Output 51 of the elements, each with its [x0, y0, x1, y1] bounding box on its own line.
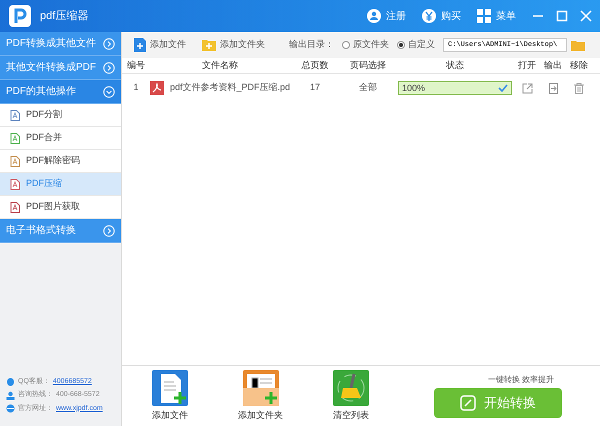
chevron-right-icon	[103, 62, 115, 74]
edit-icon	[460, 395, 476, 411]
sidebar-item[interactable]: PDF合并	[0, 127, 121, 150]
add-file-icon	[152, 370, 188, 406]
menu-icon	[477, 9, 491, 23]
app-logo-icon	[8, 4, 32, 28]
add-file-button[interactable]: 添加文件	[152, 370, 188, 422]
open-external-icon[interactable]	[522, 82, 532, 94]
status-text: 100%	[402, 82, 426, 94]
column-header: 移除	[569, 58, 589, 72]
add-folder-button[interactable]: 添加文件夹	[202, 38, 265, 52]
headset-icon	[6, 390, 15, 400]
table-cell-text: 17	[308, 81, 321, 94]
add-file-button[interactable]: 添加文件	[134, 38, 186, 52]
window-title: pdf压缩器	[40, 8, 88, 24]
chevron-right-icon	[103, 38, 115, 50]
chevron-right-icon	[103, 224, 115, 236]
sidebar-item[interactable]: PDF解除密码	[0, 150, 121, 173]
sidebar-item[interactable]: PDF分割	[0, 104, 121, 127]
column-header: 文件名称	[201, 58, 239, 72]
column-header: 输出	[543, 58, 563, 72]
column-header: 打开	[517, 58, 537, 72]
add-folder-icon	[242, 370, 278, 406]
column-header: 编号	[126, 58, 146, 72]
column-header: 总页数	[300, 58, 330, 72]
column-header: 状态	[445, 58, 465, 72]
sidebar-item[interactable]: PDF图片获取	[0, 196, 121, 219]
maximize-icon[interactable]	[556, 10, 568, 22]
column-header: 页码选择	[349, 58, 387, 72]
radio-option[interactable]: 原文件夹	[342, 38, 389, 52]
table-cell-text: 1	[132, 81, 140, 94]
chevron-down-icon	[103, 86, 115, 98]
table-cell-text: 全部	[358, 81, 378, 94]
output-label: 输出目录：	[289, 38, 334, 52]
sidebar-group[interactable]: PDF的其他操作	[0, 80, 121, 104]
broom-icon	[333, 370, 369, 406]
user-icon	[367, 9, 381, 23]
close-icon[interactable]	[580, 10, 592, 22]
radio-option[interactable]: 自定义	[397, 38, 435, 52]
register-button[interactable]: 注册	[367, 8, 406, 24]
add-folder-button[interactable]: 添加文件夹	[238, 370, 283, 422]
slogan: 一键转换 效率提升	[488, 374, 554, 386]
yen-icon	[422, 9, 436, 23]
folder-icon[interactable]	[571, 39, 585, 51]
trash-icon[interactable]	[574, 82, 584, 94]
add-folder-icon	[202, 39, 216, 51]
clear-list-button[interactable]: 清空列表	[333, 370, 369, 422]
export-icon[interactable]	[548, 82, 558, 94]
pdf-icon	[150, 81, 164, 95]
file-name: pdf文件参考资料_PDF压缩.pd	[170, 81, 290, 94]
add-file-icon	[134, 38, 146, 52]
